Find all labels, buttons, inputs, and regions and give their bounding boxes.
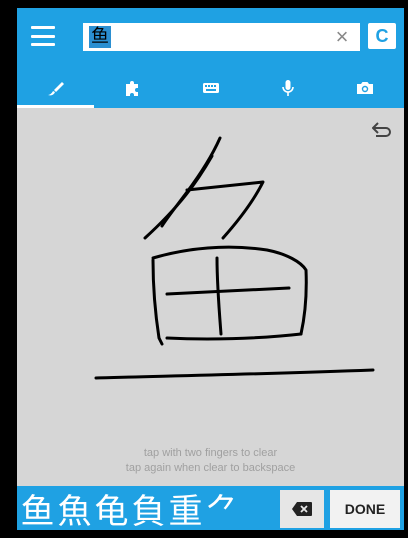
done-button[interactable]: DONE [330, 490, 400, 528]
clear-icon[interactable]: × [332, 26, 352, 48]
tab-keyboard[interactable] [172, 68, 249, 108]
hint-text-line2: tap again when clear to backspace [125, 462, 296, 474]
candidate-character[interactable]: 負 [130, 484, 167, 531]
keyboard-icon [202, 83, 219, 93]
top-bar: 鱼 × C [17, 8, 404, 68]
search-input[interactable]: 鱼 × [83, 23, 360, 51]
candidate-character[interactable]: ⺈ [204, 484, 241, 531]
handwritten-stroke [94, 136, 375, 380]
candidate-character[interactable]: 鱼 [19, 484, 56, 531]
backspace-button[interactable] [280, 490, 324, 528]
candidate-character[interactable]: 重 [167, 484, 204, 531]
search-input-value: 鱼 [89, 26, 111, 48]
tab-bar [17, 68, 404, 108]
backspace-icon [292, 502, 312, 516]
handwriting-canvas[interactable]: tap with two fingers to clear tap again … [17, 108, 404, 486]
c-button[interactable]: C [368, 23, 396, 49]
camera-icon [357, 82, 374, 94]
tab-radicals[interactable] [94, 68, 171, 108]
tab-camera[interactable] [327, 68, 404, 108]
hamburger-menu-icon[interactable] [31, 26, 55, 46]
brush-icon [47, 82, 64, 96]
handwriting-app: 鱼 × C tap with two fingers to clear tap … [17, 8, 404, 530]
tab-voice[interactable] [249, 68, 326, 108]
undo-icon[interactable] [370, 120, 394, 140]
candidate-character[interactable]: 魚 [56, 484, 93, 531]
puzzle-icon [126, 81, 139, 96]
tab-handwriting[interactable] [17, 68, 95, 108]
candidate-list: 鱼 魚 龟 負 重 ⺈ [19, 484, 241, 531]
candidate-character[interactable]: 龟 [93, 484, 130, 531]
candidate-bar: 鱼 魚 龟 負 重 ⺈ DONE [17, 486, 404, 530]
hint-text-line1: tap with two fingers to clear [143, 447, 278, 459]
device-frame: 鱼 × C tap with two fingers to clear tap … [0, 0, 408, 538]
microphone-icon [282, 80, 294, 96]
